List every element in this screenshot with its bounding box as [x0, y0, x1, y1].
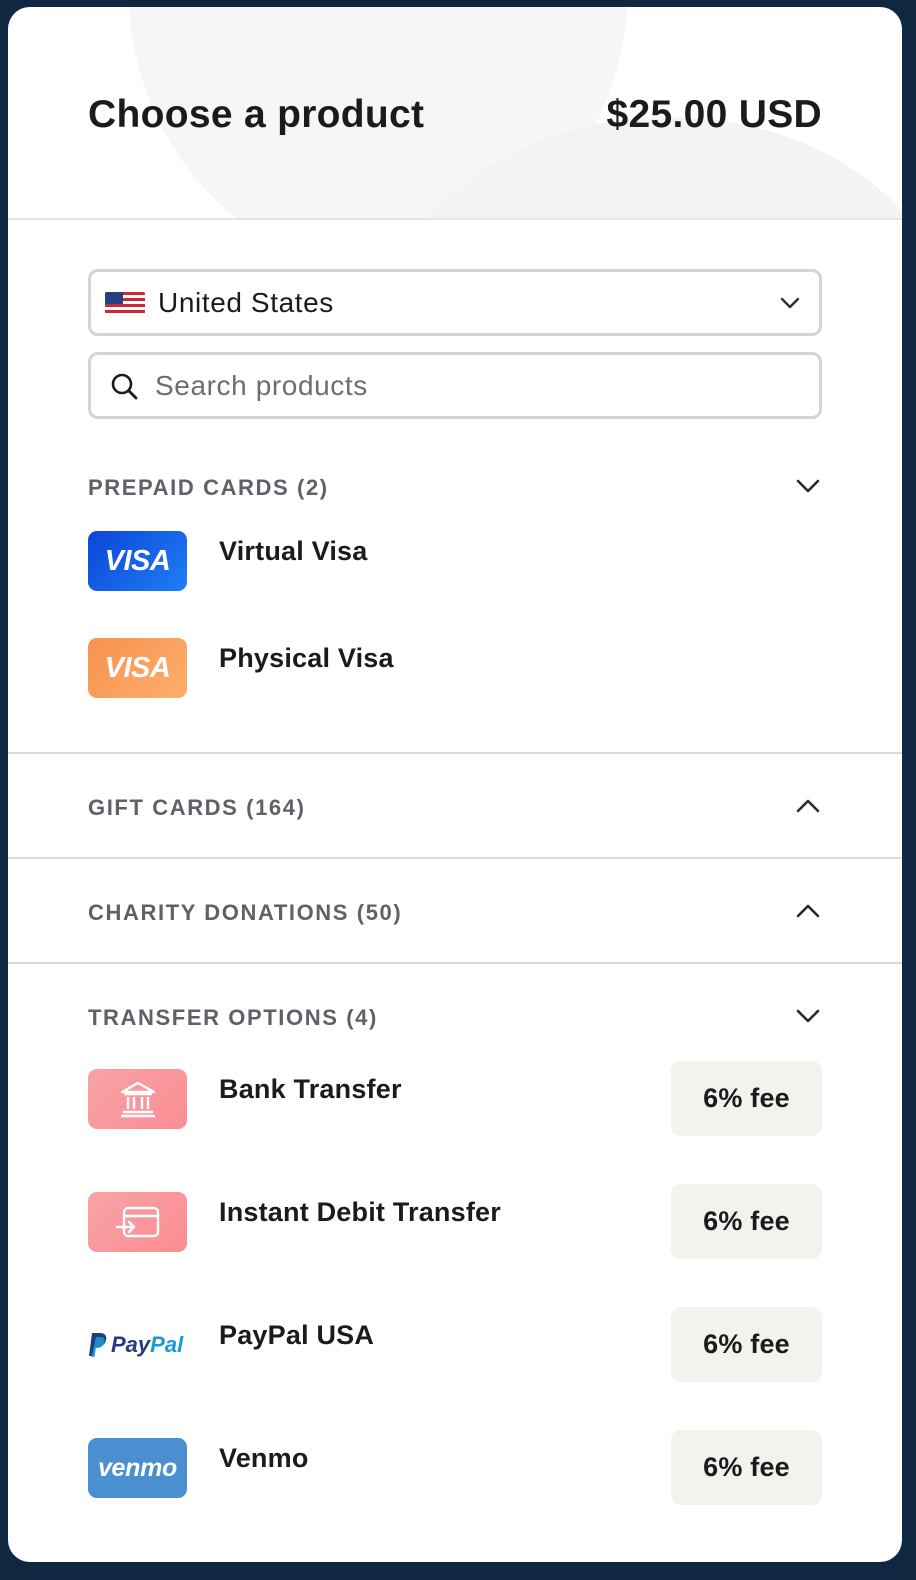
item-name: Venmo	[219, 1443, 309, 1473]
list-item-instant-debit-transfer[interactable]: Instant Debit Transfer 6% fee	[88, 1184, 822, 1268]
header: Choose a product $25.00 USD	[8, 7, 902, 220]
fee-badge: 6% fee	[671, 1430, 822, 1505]
paypal-logo-icon: PayPal	[88, 1315, 187, 1375]
country-select[interactable]: United States	[88, 269, 822, 336]
list-item-venmo[interactable]: venmo Venmo 6% fee	[88, 1430, 822, 1514]
item-name: PayPal USA	[219, 1320, 375, 1350]
chevron-up-icon	[794, 897, 822, 930]
section-header-prepaid-cards[interactable]: PREPAID CARDS (2)	[88, 468, 822, 508]
divider	[8, 962, 902, 964]
item-name: Physical Visa	[219, 643, 394, 673]
chevron-down-icon	[794, 1002, 822, 1035]
list-item-physical-visa[interactable]: VISA Physical Visa	[88, 638, 822, 714]
venmo-logo-icon: venmo	[88, 1438, 187, 1498]
section-label: GIFT CARDS (164)	[88, 795, 306, 820]
list-item-paypal-usa[interactable]: PayPal PayPal USA 6% fee	[88, 1307, 822, 1391]
list-item-bank-transfer[interactable]: Bank Transfer 6% fee	[88, 1061, 822, 1145]
divider	[8, 752, 902, 754]
price-amount: $25.00 USD	[606, 93, 822, 136]
divider	[8, 857, 902, 859]
search-input[interactable]	[155, 369, 755, 402]
fee-badge: 6% fee	[671, 1061, 822, 1136]
search-field[interactable]	[88, 352, 822, 419]
section-label: PREPAID CARDS (2)	[88, 475, 329, 500]
visa-logo-icon: VISA	[88, 531, 187, 591]
section-label: CHARITY DONATIONS (50)	[88, 900, 403, 925]
chevron-down-icon	[794, 472, 822, 505]
visa-logo-icon: VISA	[88, 638, 187, 698]
country-select-value: United States	[158, 286, 334, 318]
paypal-wordmark: Pal	[150, 1332, 184, 1357]
product-picker-card: Choose a product $25.00 USD United State…	[8, 7, 902, 1562]
section-label: TRANSFER OPTIONS (4)	[88, 1005, 378, 1030]
fee-badge: 6% fee	[671, 1307, 822, 1382]
section-header-transfer-options[interactable]: TRANSFER OPTIONS (4)	[88, 998, 822, 1038]
section-header-charity-donations[interactable]: CHARITY DONATIONS (50)	[88, 893, 822, 933]
us-flag-icon	[105, 291, 145, 314]
debit-card-icon	[88, 1192, 187, 1252]
fee-badge: 6% fee	[671, 1184, 822, 1259]
chevron-up-icon	[794, 792, 822, 825]
item-name: Virtual Visa	[219, 536, 368, 566]
search-icon	[110, 372, 138, 400]
bank-icon	[88, 1069, 187, 1129]
list-item-virtual-visa[interactable]: VISA Virtual Visa	[88, 531, 822, 607]
section-header-gift-cards[interactable]: GIFT CARDS (164)	[88, 788, 822, 828]
item-name: Bank Transfer	[219, 1074, 402, 1104]
page-title: Choose a product	[88, 93, 425, 136]
item-name: Instant Debit Transfer	[219, 1197, 501, 1227]
chevron-down-icon	[779, 292, 801, 319]
